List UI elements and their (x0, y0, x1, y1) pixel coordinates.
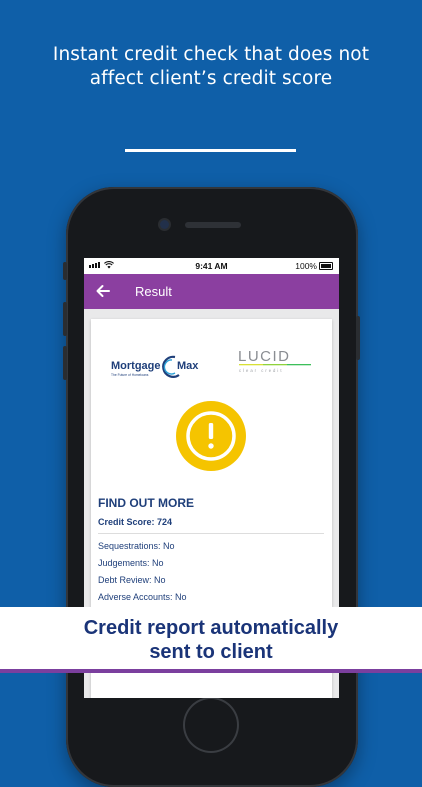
status-bar: 9:41 AM 100% (84, 258, 339, 274)
lucid-tagline: clear credit (239, 368, 283, 373)
headline-line-2: affect client’s credit score (89, 68, 333, 89)
back-arrow-icon[interactable] (93, 281, 113, 301)
card-divider (98, 533, 324, 534)
mute-switch (63, 262, 67, 280)
caption-line-2: sent to client (149, 641, 273, 663)
mortgagemax-tagline: The Future of Homeloans (111, 373, 149, 377)
headline: Instant credit check that does not affec… (0, 43, 422, 91)
lucid-logo: LUCID clear credit (238, 348, 311, 373)
detail-sequestrations: Sequestrations: No (98, 541, 175, 551)
lucid-brand: LUCID (238, 348, 291, 365)
power-button (356, 316, 360, 360)
mortgagemax-logo: Mortgage Max The Future of Homeloans (111, 355, 199, 378)
caption-line-1: Credit report automatically (83, 617, 339, 639)
earpiece-speaker (185, 222, 241, 228)
battery-icon (319, 262, 333, 270)
warning-alert-icon (176, 401, 246, 471)
mortgagemax-brand-left: Mortgage (111, 360, 161, 372)
front-camera (160, 220, 169, 229)
battery-percent: 100% (295, 261, 317, 271)
app-bar-title: Result (135, 284, 172, 299)
caption-banner: Credit report automatically sent to clie… (0, 607, 422, 673)
detail-debt-review: Debt Review: No (98, 575, 166, 585)
volume-up-button (63, 302, 67, 336)
credit-score: Credit Score: 724 (98, 517, 173, 527)
headline-line-1: Instant credit check that does not (52, 44, 370, 65)
detail-judgements: Judgements: No (98, 558, 164, 568)
volume-down-button (63, 346, 67, 380)
caption-banner-text: Credit report automatically sent to clie… (0, 616, 422, 664)
detail-adverse-accounts: Adverse Accounts: No (98, 592, 187, 602)
find-out-more-heading: FIND OUT MORE (98, 496, 194, 510)
mortgagemax-brand-right: Max (177, 360, 199, 372)
home-button (183, 697, 239, 753)
app-bar: Result (84, 274, 339, 309)
headline-divider (125, 149, 296, 152)
